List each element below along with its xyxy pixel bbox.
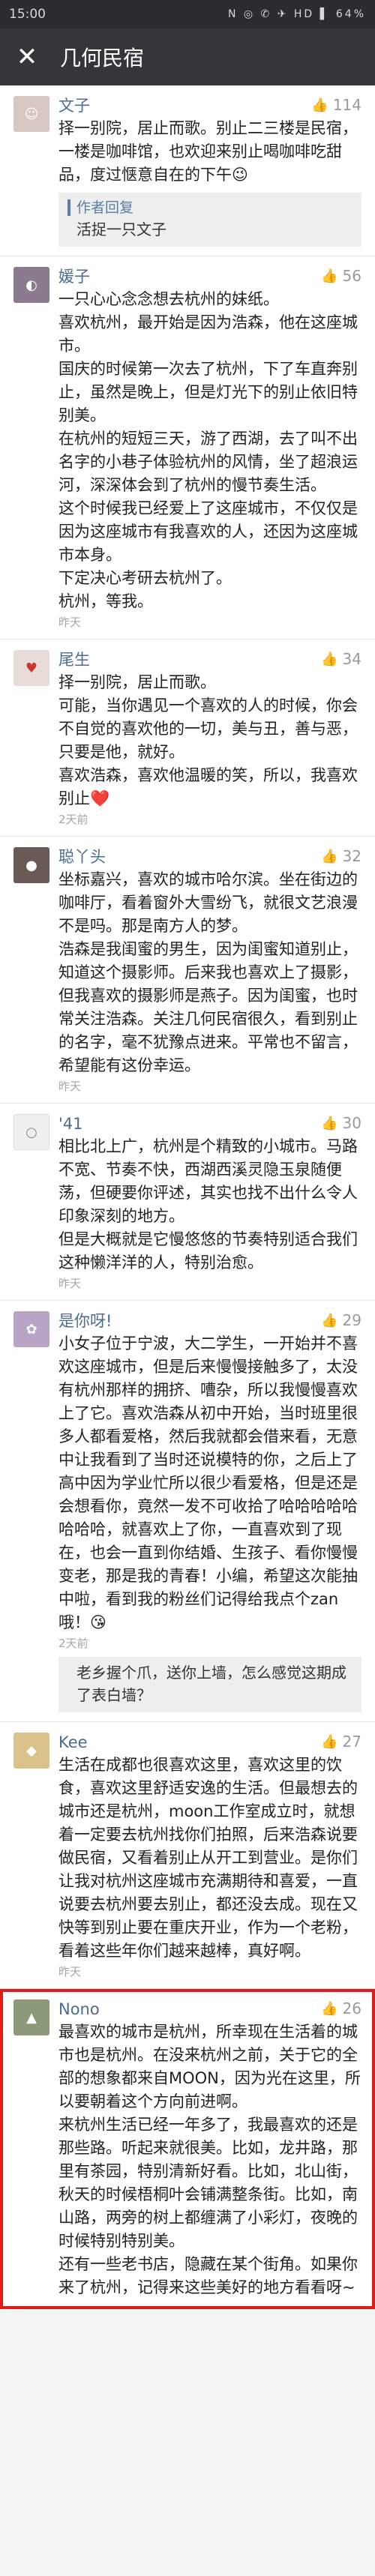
comment-time: 昨天: [58, 616, 82, 629]
avatar[interactable]: ◆: [14, 1733, 50, 1769]
thumb-up-icon[interactable]: 👍: [321, 1734, 338, 1750]
thumb-up-icon[interactable]: 👍: [311, 97, 328, 113]
like-count: 56: [342, 267, 362, 285]
commenter-name[interactable]: '41: [58, 1113, 362, 1135]
reply-text: 老乡握个爪，送你上墙，怎么感觉这期成了表白墙？: [76, 1664, 346, 1704]
comment-text: 择一别院，居止而歌。 可能，当你遇见一个喜欢的人的时候，你会不自觉的喜欢他的一切…: [58, 673, 358, 807]
reply-label: 作者回复: [76, 199, 134, 216]
comment-text: 小女子位于宁波，大二学生，一开始并不喜欢这座城市，但是后来慢慢接触多了，太没有杭…: [58, 1334, 358, 1631]
like-button[interactable]: 👍 56: [321, 267, 362, 285]
comment-time: 2天前: [58, 813, 88, 826]
reply-bar: [68, 199, 70, 216]
avatar[interactable]: ◐: [14, 267, 50, 303]
like-count: 114: [332, 96, 362, 114]
avatar[interactable]: ●: [14, 847, 50, 883]
comment-item: ☺ 文子 👍 114 择一别院，居止而歌。别止二三楼是民宿，一楼是咖啡馆，也欢迎来…: [0, 85, 375, 256]
like-button[interactable]: 👍 32: [321, 847, 362, 865]
status-icons: N ◎ ✆ ✈ HD ▌ 64%: [227, 8, 366, 20]
thumb-up-icon[interactable]: 👍: [321, 651, 338, 667]
comment-item: ○ '41 👍 30 相比北上广，杭州是个精致的小城市。马路不宽、节奏不快，西湖西…: [0, 1104, 375, 1301]
thumb-up-icon[interactable]: 👍: [321, 268, 338, 284]
comment-time: 2天前: [58, 1637, 88, 1650]
status-time: 15:00: [9, 7, 46, 22]
commenter-name[interactable]: Nono: [58, 1998, 362, 2020]
comment-text: 相比北上广，杭州是个精致的小城市。马路不宽、节奏不快，西湖西溪灵隐玉泉随便荡，但…: [58, 1137, 358, 1272]
like-count: 26: [342, 1999, 362, 2017]
comment-time: 昨天: [58, 1277, 82, 1290]
commenter-name[interactable]: 尾生: [58, 648, 362, 671]
thumb-up-icon[interactable]: 👍: [321, 1116, 338, 1131]
like-button[interactable]: 👍 29: [321, 1311, 362, 1329]
close-icon[interactable]: ✕: [10, 42, 44, 72]
like-count: 27: [342, 1733, 362, 1751]
comment-text: 一只心心念念想去杭州的妹纸。 喜欢杭州，最开始是因为浩森，他在这座城市。 国庆的…: [58, 290, 358, 610]
author-reply: 作者回复 活捉一只文子: [58, 193, 362, 247]
comment-text: 坐标嘉兴，喜欢的城市哈尔滨。坐在街边的咖啡厅，看着窗外大雪纷飞，就很文艺浪漫不是…: [58, 870, 358, 1074]
like-button[interactable]: 👍 27: [321, 1733, 362, 1751]
like-button[interactable]: 👍 114: [311, 96, 362, 114]
comment-item: ♥ 尾生 👍 34 择一别院，居止而歌。 可能，当你遇见一个喜欢的人的时候，你会不…: [0, 640, 375, 837]
like-count: 34: [342, 650, 362, 668]
like-button[interactable]: 👍 34: [321, 650, 362, 668]
comment-item: ◆ Kee 👍 27 生活在成都也很喜欢这里，喜欢这里的饮食，喜欢这里舒适安逸的生…: [0, 1722, 375, 1989]
comment-item: ✿ 是你呀! 👍 29 小女子位于宁波，大二学生，一开始并不喜欢这座城市，但是后来…: [0, 1301, 375, 1722]
avatar[interactable]: ▲: [14, 1999, 50, 2035]
comment-text: 择一别院，居止而歌。别止二三楼是民宿，一楼是咖啡馆，也欢迎来别止喝咖啡吃甜品，度…: [58, 119, 358, 184]
thumb-up-icon[interactable]: 👍: [321, 2001, 338, 2017]
thumb-up-icon[interactable]: 👍: [321, 849, 338, 864]
avatar[interactable]: ♥: [14, 650, 50, 686]
commenter-name[interactable]: Kee: [58, 1731, 362, 1754]
like-button[interactable]: 👍 26: [321, 1999, 362, 2017]
like-count: 29: [342, 1311, 362, 1329]
like-button[interactable]: 👍 30: [321, 1114, 362, 1132]
nav-bar: ✕ 几何民宿: [0, 28, 375, 85]
commenter-name[interactable]: 聪丫头: [58, 846, 362, 868]
comment-item: ● 聪丫头 👍 32 坐标嘉兴，喜欢的城市哈尔滨。坐在街边的咖啡厅，看着窗外大雪纷…: [0, 837, 375, 1104]
page-title: 几何民宿: [60, 46, 145, 70]
comment-text: 生活在成都也很喜欢这里，喜欢这里的饮食，喜欢这里舒适安逸的生活。但最想去的城市还…: [58, 1756, 358, 1960]
comment-item-highlighted: ▲ Nono 👍 26 最喜欢的城市是杭州，所幸现在生活着的城市也是杭州。在没来杭…: [0, 1989, 375, 2309]
commenter-name[interactable]: 媛子: [58, 265, 362, 288]
avatar[interactable]: ○: [14, 1114, 50, 1150]
author-reply: 老乡握个爪，送你上墙，怎么感觉这期成了表白墙？: [58, 1657, 362, 1712]
commenter-name[interactable]: 是你呀!: [58, 1310, 362, 1332]
comment-list: ☺ 文子 👍 114 择一别院，居止而歌。别止二三楼是民宿，一楼是咖啡馆，也欢迎来…: [0, 85, 375, 2309]
comment-item: ◐ 媛子 👍 56 一只心心念念想去杭州的妹纸。 喜欢杭州，最开始是因为浩森，他在…: [0, 256, 375, 640]
comment-time: 昨天: [58, 1080, 82, 1093]
like-count: 32: [342, 847, 362, 865]
thumb-up-icon[interactable]: 👍: [321, 1313, 338, 1328]
reply-text: 活捉一只文子: [76, 220, 166, 238]
avatar[interactable]: ✿: [14, 1311, 50, 1347]
comment-time: 昨天: [58, 1965, 82, 1978]
avatar[interactable]: ☺: [14, 96, 50, 132]
status-bar: 15:00 N ◎ ✆ ✈ HD ▌ 64%: [0, 0, 375, 28]
like-count: 30: [342, 1114, 362, 1132]
comment-text: 最喜欢的城市是杭州，所幸现在生活着的城市也是杭州。在没来杭州之前，关于它的全部的…: [58, 2023, 361, 2296]
